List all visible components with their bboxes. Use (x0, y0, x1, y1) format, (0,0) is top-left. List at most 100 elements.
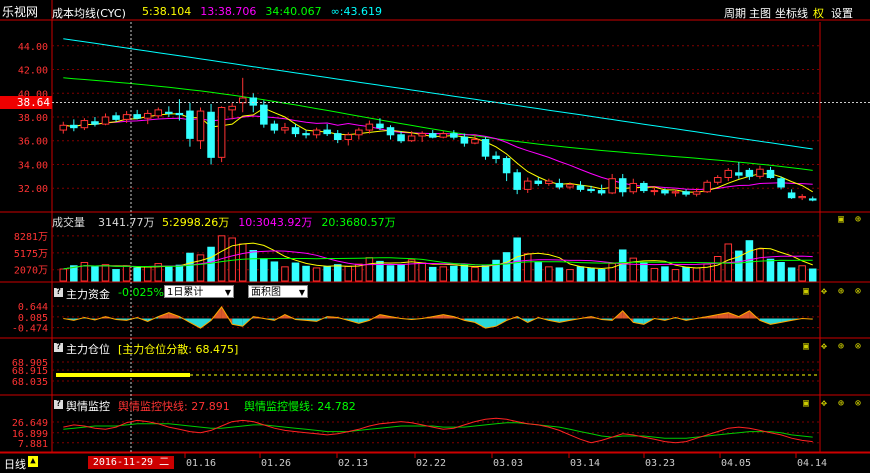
capital-tick: -0.474 (12, 324, 48, 335)
capital-value: -0.025% (118, 286, 164, 299)
accumulation-select[interactable]: 1日累计 ▼ (164, 285, 234, 298)
volume-bar (576, 266, 585, 282)
window-icon[interactable]: ▣ (838, 215, 848, 225)
candle-body (555, 182, 564, 188)
candle-body (481, 139, 490, 157)
zoom-icon[interactable]: ⊕ (838, 287, 848, 297)
candle-body (91, 121, 99, 125)
window-icon[interactable]: ▣ (803, 342, 813, 352)
capital-tick: 0.644 (18, 302, 48, 313)
candle-body (323, 129, 331, 135)
volume-bar (260, 258, 268, 282)
candle-body (143, 112, 152, 119)
volume-bar (312, 267, 321, 282)
price-tick: 34.00 (18, 160, 48, 171)
pin-icon[interactable]: ✥ (821, 287, 831, 297)
candle-body (787, 192, 796, 199)
candle-body (661, 190, 669, 194)
candle-body (777, 178, 785, 188)
candle-body (175, 112, 184, 116)
candle-body (59, 124, 68, 131)
candle-body (397, 134, 405, 142)
volume-tick: 8281万 (14, 232, 48, 243)
volume-bar (112, 269, 120, 282)
volume-bar (766, 258, 775, 282)
volume-bar (344, 265, 353, 282)
volume-ma-legend: 5:2998.26万 10:3043.92万 20:3680.57万 (162, 214, 405, 230)
volume-bar (365, 257, 374, 282)
volume-ma-legend-item: 5:2998.26万 (162, 216, 230, 229)
pin-icon[interactable]: ✥ (821, 399, 831, 409)
zoom-icon[interactable]: ⊕ (838, 399, 848, 409)
date-label: 04.14 (797, 458, 827, 469)
close-icon[interactable]: ⊗ (855, 342, 865, 352)
sentiment-title: 舆情监控 (66, 400, 110, 413)
volume-bar (745, 240, 754, 282)
candle-body (703, 181, 711, 193)
nav-main-chart[interactable]: 主图 (749, 5, 771, 21)
candle-body (428, 133, 437, 138)
date-label: 03.23 (645, 458, 675, 469)
volume-bar (323, 266, 331, 282)
volume-bar (270, 261, 279, 282)
candle-body (534, 180, 543, 184)
volume-bar (502, 252, 511, 282)
candle-body (291, 127, 300, 135)
ma-legend-item: ∞:43.619 (330, 5, 382, 18)
volume-bar (428, 266, 437, 282)
candle-body (587, 188, 595, 192)
sentiment-slow-line (63, 422, 813, 439)
volume-title: 成交量 (52, 216, 85, 229)
volume-tick: 2070万 (14, 266, 48, 277)
pin-icon[interactable]: ✥ (821, 342, 831, 352)
candle-body (270, 123, 279, 131)
volume-bar (650, 267, 659, 282)
close-icon[interactable]: ⊗ (855, 399, 865, 409)
candle-body (576, 185, 585, 190)
date-label: 02.13 (338, 458, 368, 469)
capital-tick: 0.085 (18, 313, 48, 324)
nav-grid-lines[interactable]: 坐标线 (775, 5, 808, 21)
date-label: 02.22 (416, 458, 446, 469)
candle-body (502, 158, 511, 174)
volume-bar (238, 243, 247, 282)
window-icon[interactable]: ▣ (803, 399, 813, 409)
zoom-icon[interactable]: ⊕ (838, 342, 848, 352)
volume-bar (608, 263, 616, 282)
indicator-name: 成本均线(CYC) (52, 7, 126, 20)
help-icon[interactable]: ? (54, 400, 63, 409)
volume-bar (566, 269, 574, 282)
warning-icon[interactable]: ▲ (28, 456, 38, 467)
candle-body (471, 139, 479, 144)
volume-bar (481, 265, 490, 282)
candle-body (671, 191, 680, 194)
sentiment-fast-label: 舆情监控快线: 27.891 (118, 400, 230, 413)
candle-body (545, 180, 553, 184)
help-icon[interactable]: ? (54, 343, 63, 352)
volume-bar (798, 265, 806, 282)
sentiment-tick: 26.649 (12, 418, 48, 429)
period-label[interactable]: 日线 (4, 456, 26, 472)
nav-settings[interactable]: 设置 (831, 5, 853, 21)
volume-bar (196, 254, 205, 282)
volume-bar (165, 265, 173, 282)
help-icon[interactable]: ? (54, 288, 63, 297)
ma-inf-line (63, 38, 813, 150)
volume-bar (122, 265, 131, 282)
nav-rights[interactable]: 权 (813, 5, 824, 21)
close-icon[interactable]: ⊗ (855, 287, 865, 297)
candle-body (281, 127, 289, 131)
position-tick: 68.035 (12, 377, 48, 388)
window-icon[interactable]: ▣ (803, 287, 813, 297)
ma-legend-item: 13:38.706 (200, 5, 257, 18)
volume-bar (555, 267, 564, 282)
nav-period[interactable]: 周期 (724, 5, 746, 21)
zoom-icon[interactable]: ⊕ (855, 215, 865, 225)
chart-type-select[interactable]: 面积图 ▼ (248, 285, 308, 298)
volume-bar (249, 250, 258, 282)
candle-body (386, 127, 395, 136)
candle-body (217, 107, 226, 158)
volume-bar (101, 264, 110, 282)
volume-bar (407, 259, 416, 282)
candle-body (640, 182, 648, 192)
